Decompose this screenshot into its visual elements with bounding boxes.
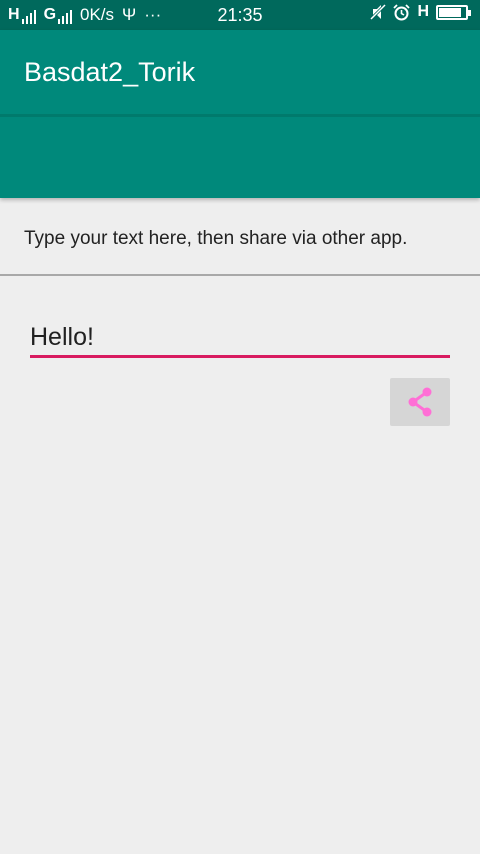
instruction-text: Type your text here, then share via othe… <box>24 228 408 249</box>
battery-icon <box>436 4 471 20</box>
network-type-label: H <box>417 3 429 20</box>
battery-fill <box>439 7 462 17</box>
share-text-input[interactable] <box>30 316 450 358</box>
instruction-panel: Type your text here, then share via othe… <box>0 198 480 276</box>
status-right: H <box>370 3 471 21</box>
status-bar: H G 0K/s Ψ ··· 21:35 H <box>0 0 480 30</box>
alarm-icon <box>393 3 411 20</box>
silent-mode-icon <box>370 4 387 20</box>
app-bar-divider <box>0 114 480 117</box>
app-bar: Basdat2_Torik <box>0 30 480 198</box>
share-icon <box>408 387 432 417</box>
share-button[interactable] <box>390 378 450 426</box>
app-title: Basdat2_Torik <box>24 57 196 87</box>
